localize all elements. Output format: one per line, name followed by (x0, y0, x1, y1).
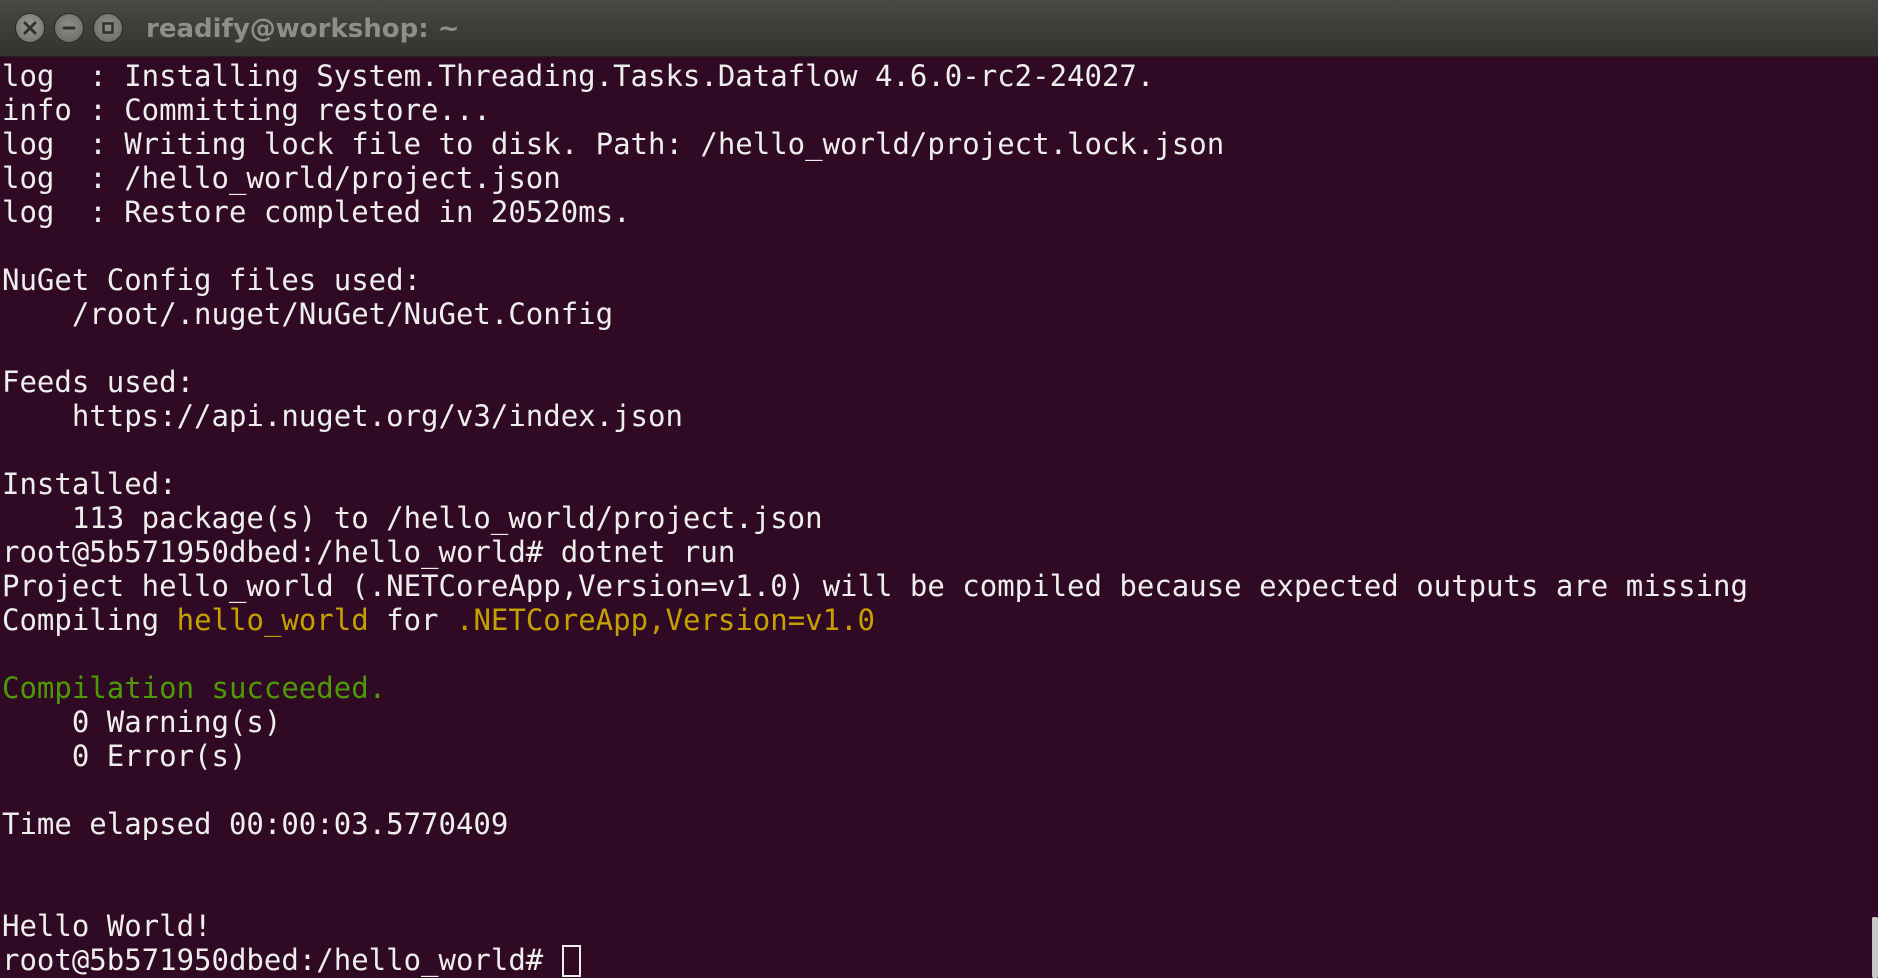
terminal-line: /root/.nuget/NuGet/NuGet.Config (2, 297, 614, 331)
terminal-line: Installed: (2, 467, 177, 501)
compiling-middle: for (368, 603, 456, 637)
terminal-line: https://api.nuget.org/v3/index.json (2, 399, 683, 433)
terminal-line: Project hello_world (.NETCoreApp,Version… (2, 569, 1748, 603)
scrollbar[interactable] (1870, 57, 1878, 978)
shell-prompt: root@5b571950dbed:/hello_world# (2, 943, 561, 977)
terminal-window: readify@workshop: ~ log : Installing Sys… (0, 0, 1878, 978)
terminal-line: log : Writing lock file to disk. Path: /… (2, 127, 1225, 161)
terminal-line: NuGet Config files used: (2, 263, 422, 297)
minimize-icon (62, 26, 76, 30)
terminal-line: Feeds used: (2, 365, 195, 399)
title-bar[interactable]: readify@workshop: ~ (0, 0, 1878, 57)
compilation-status: Compilation succeeded. (2, 671, 387, 705)
terminal-line: 113 package(s) to /hello_world/project.j… (2, 501, 823, 535)
terminal-line: info : Committing restore... (2, 93, 491, 127)
maximize-icon (102, 22, 114, 34)
terminal-line: Hello World! (2, 909, 212, 943)
terminal-output[interactable]: log : Installing System.Threading.Tasks.… (0, 57, 1870, 978)
compiling-line: Compiling hello_world for .NETCoreApp,Ve… (2, 603, 875, 637)
cursor-block (561, 945, 581, 977)
terminal-line: log : Restore completed in 20520ms. (2, 195, 631, 229)
terminal-line: 0 Error(s) (2, 739, 247, 773)
scrollbar-thumb[interactable] (1872, 917, 1878, 978)
window-title: readify@workshop: ~ (146, 14, 460, 44)
compiling-project: hello_world (176, 603, 369, 637)
compiling-framework: .NETCoreApp,Version=v1.0 (455, 603, 876, 637)
minimize-button[interactable] (54, 13, 84, 43)
close-button[interactable] (15, 13, 45, 43)
terminal-line: Time elapsed 00:00:03.5770409 (2, 807, 509, 841)
maximize-button[interactable] (93, 13, 123, 43)
terminal-line: root@5b571950dbed:/hello_world# dotnet r… (2, 535, 736, 569)
prompt-line[interactable]: root@5b571950dbed:/hello_world# (2, 943, 581, 977)
terminal-line: 0 Warning(s) (2, 705, 282, 739)
compiling-prefix: Compiling (2, 603, 177, 637)
terminal-line: log : Installing System.Threading.Tasks.… (2, 59, 1155, 93)
terminal-line: log : /hello_world/project.json (2, 161, 561, 195)
close-icon (23, 21, 37, 35)
